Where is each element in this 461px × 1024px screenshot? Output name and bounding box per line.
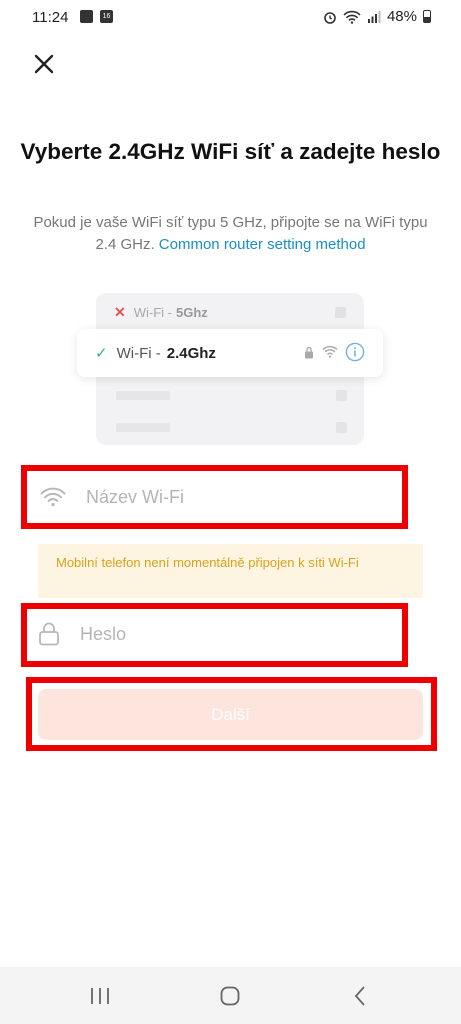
calendar-badge: 16 [102, 13, 111, 20]
close-icon [34, 54, 54, 74]
illustration-24ghz-band: 2.4Ghz [166, 344, 216, 362]
illustration-placeholder [336, 390, 347, 401]
status-right-icons: 48% [323, 8, 431, 25]
illustration-5ghz-band: 5Ghz [176, 304, 208, 320]
wifi-icon [322, 345, 338, 358]
status-time: 11:24 [32, 9, 69, 26]
info-icon [345, 342, 365, 362]
back-button[interactable] [345, 981, 375, 1011]
system-nav-bar [0, 967, 461, 1024]
status-bar: 11:24 16 48% [0, 0, 461, 36]
illustration-24ghz-prefix: Wi-Fi - [116, 344, 161, 362]
illustration-placeholder [336, 422, 347, 433]
cross-icon: ✕ [114, 303, 126, 320]
close-button[interactable] [30, 50, 58, 78]
highlight-box-wifi-name [21, 465, 408, 529]
check-icon: ✓ [95, 345, 108, 362]
highlight-box-next [26, 677, 437, 751]
calendar-notification-icon: 16 [100, 10, 113, 23]
wifi-status-icon [343, 10, 361, 24]
illustration-row-24ghz: ✓ Wi-Fi - 2.4Ghz [77, 329, 383, 377]
lock-icon [305, 346, 313, 359]
home-icon [220, 986, 240, 1006]
illustration-placeholder [335, 306, 346, 318]
back-icon [354, 986, 365, 1006]
status-left-icons: 16 [80, 10, 113, 23]
not-connected-warning: Mobilní telefon není momentálně připojen… [38, 544, 423, 598]
illustration-placeholder-line [116, 423, 170, 432]
highlight-box-password [21, 603, 408, 667]
illustration-placeholder-line [116, 391, 170, 400]
page-title: Vyberte 2.4GHz WiFi síť a zadejte heslo [20, 139, 441, 164]
router-setting-link[interactable]: Common router setting method [159, 236, 366, 253]
battery-icon [423, 10, 431, 23]
gallery-notification-icon [80, 10, 93, 23]
illustration-5ghz-prefix: Wi-Fi - [133, 304, 172, 320]
page-subtitle: Pokud je vaše WiFi síť typu 5 GHz, připo… [28, 212, 433, 256]
recent-apps-button[interactable] [85, 981, 115, 1011]
home-button[interactable] [215, 981, 245, 1011]
alarm-icon [324, 11, 336, 24]
battery-percent: 48% [386, 8, 417, 25]
signal-icon [367, 10, 381, 23]
recent-apps-icon [91, 988, 109, 1004]
illustration-row-5ghz: ✕ Wi-Fi - 5Ghz [114, 301, 354, 323]
